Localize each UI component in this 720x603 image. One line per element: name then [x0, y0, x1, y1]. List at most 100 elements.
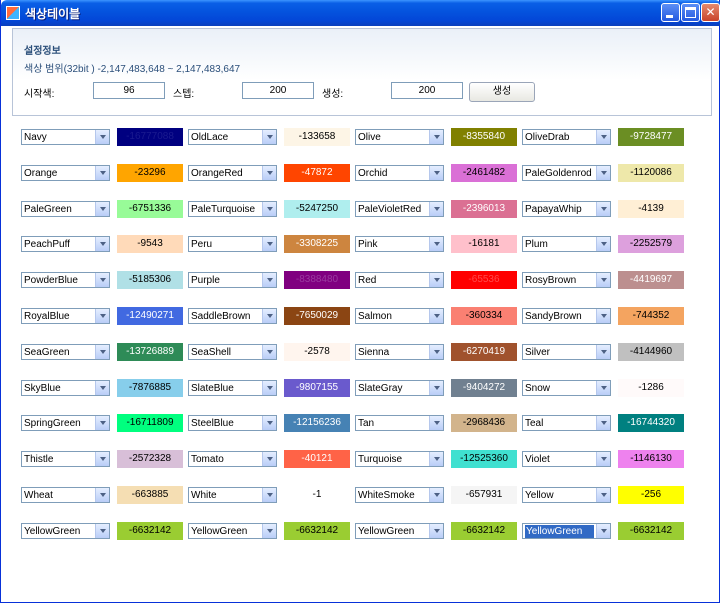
chevron-down-icon[interactable]: [596, 416, 610, 430]
chevron-down-icon[interactable]: [429, 202, 443, 216]
color-select-4-1[interactable]: Purple: [188, 272, 277, 288]
chevron-down-icon[interactable]: [262, 237, 276, 251]
chevron-down-icon[interactable]: [262, 202, 276, 216]
chevron-down-icon[interactable]: [262, 130, 276, 144]
color-select-6-1[interactable]: SeaShell: [188, 344, 277, 360]
chevron-down-icon[interactable]: [429, 309, 443, 323]
chevron-down-icon[interactable]: [429, 166, 443, 180]
color-select-5-2[interactable]: Salmon: [355, 308, 444, 324]
color-select-7-0[interactable]: SkyBlue: [21, 380, 110, 396]
chevron-down-icon[interactable]: [262, 309, 276, 323]
chevron-down-icon[interactable]: [596, 166, 610, 180]
chevron-down-icon[interactable]: [429, 488, 443, 502]
chevron-down-icon[interactable]: [596, 202, 610, 216]
color-select-2-3[interactable]: PapayaWhip: [522, 201, 611, 217]
color-select-7-1[interactable]: SlateBlue: [188, 380, 277, 396]
step-input[interactable]: 200: [242, 82, 314, 99]
color-select-5-0[interactable]: RoyalBlue: [21, 308, 110, 324]
chevron-down-icon[interactable]: [429, 524, 443, 538]
chevron-down-icon[interactable]: [429, 130, 443, 144]
chevron-down-icon[interactable]: [596, 524, 610, 538]
chevron-down-icon[interactable]: [429, 452, 443, 466]
color-select-5-3[interactable]: SandyBrown: [522, 308, 611, 324]
chevron-down-icon[interactable]: [429, 345, 443, 359]
chevron-down-icon[interactable]: [95, 130, 109, 144]
chevron-down-icon[interactable]: [262, 166, 276, 180]
color-select-2-2[interactable]: PaleVioletRed: [355, 201, 444, 217]
chevron-down-icon[interactable]: [262, 345, 276, 359]
color-select-3-2[interactable]: Pink: [355, 236, 444, 252]
chevron-down-icon[interactable]: [95, 452, 109, 466]
color-select-6-3[interactable]: Silver: [522, 344, 611, 360]
color-select-10-1[interactable]: White: [188, 487, 277, 503]
color-select-8-1[interactable]: SteelBlue: [188, 415, 277, 431]
chevron-down-icon[interactable]: [95, 237, 109, 251]
close-button[interactable]: ✕: [701, 3, 720, 22]
chevron-down-icon[interactable]: [596, 309, 610, 323]
chevron-down-icon[interactable]: [262, 524, 276, 538]
color-select-4-0[interactable]: PowderBlue: [21, 272, 110, 288]
color-select-2-1[interactable]: PaleTurquoise: [188, 201, 277, 217]
color-select-8-2[interactable]: Tan: [355, 415, 444, 431]
color-select-11-1[interactable]: YellowGreen: [188, 523, 277, 539]
color-select-0-0[interactable]: Navy: [21, 129, 110, 145]
chevron-down-icon[interactable]: [596, 345, 610, 359]
chevron-down-icon[interactable]: [95, 524, 109, 538]
chevron-down-icon[interactable]: [95, 202, 109, 216]
color-select-3-3[interactable]: Plum: [522, 236, 611, 252]
color-select-3-0[interactable]: PeachPuff: [21, 236, 110, 252]
color-select-11-3[interactable]: YellowGreen: [522, 523, 611, 539]
color-select-8-0[interactable]: SpringGreen: [21, 415, 110, 431]
maximize-button[interactable]: [681, 3, 700, 22]
color-select-11-2[interactable]: YellowGreen: [355, 523, 444, 539]
color-select-7-3[interactable]: Snow: [522, 380, 611, 396]
chevron-down-icon[interactable]: [429, 237, 443, 251]
color-select-10-0[interactable]: Wheat: [21, 487, 110, 503]
color-select-8-3[interactable]: Teal: [522, 415, 611, 431]
color-select-9-1[interactable]: Tomato: [188, 451, 277, 467]
color-select-0-2[interactable]: Olive: [355, 129, 444, 145]
minimize-button[interactable]: [661, 3, 680, 22]
color-select-9-0[interactable]: Thistle: [21, 451, 110, 467]
color-select-1-3[interactable]: PaleGoldenrod: [522, 165, 611, 181]
chevron-down-icon[interactable]: [596, 273, 610, 287]
chevron-down-icon[interactable]: [262, 381, 276, 395]
chevron-down-icon[interactable]: [95, 416, 109, 430]
color-select-7-2[interactable]: SlateGray: [355, 380, 444, 396]
color-select-0-1[interactable]: OldLace: [188, 129, 277, 145]
title-bar[interactable]: 색상테이블 ✕: [1, 0, 720, 26]
chevron-down-icon[interactable]: [95, 488, 109, 502]
color-select-9-2[interactable]: Turquoise: [355, 451, 444, 467]
chevron-down-icon[interactable]: [95, 166, 109, 180]
chevron-down-icon[interactable]: [429, 381, 443, 395]
chevron-down-icon[interactable]: [596, 381, 610, 395]
generate-button[interactable]: 생성: [469, 82, 535, 102]
chevron-down-icon[interactable]: [429, 416, 443, 430]
chevron-down-icon[interactable]: [262, 273, 276, 287]
start-color-input[interactable]: 96: [93, 82, 165, 99]
chevron-down-icon[interactable]: [596, 130, 610, 144]
chevron-down-icon[interactable]: [95, 273, 109, 287]
chevron-down-icon[interactable]: [596, 237, 610, 251]
color-select-6-0[interactable]: SeaGreen: [21, 344, 110, 360]
color-select-4-3[interactable]: RosyBrown: [522, 272, 611, 288]
color-select-2-0[interactable]: PaleGreen: [21, 201, 110, 217]
color-select-9-3[interactable]: Violet: [522, 451, 611, 467]
chevron-down-icon[interactable]: [262, 416, 276, 430]
chevron-down-icon[interactable]: [596, 452, 610, 466]
color-select-4-2[interactable]: Red: [355, 272, 444, 288]
color-select-1-1[interactable]: OrangeRed: [188, 165, 277, 181]
color-select-10-3[interactable]: Yellow: [522, 487, 611, 503]
color-select-10-2[interactable]: WhiteSmoke: [355, 487, 444, 503]
color-select-5-1[interactable]: SaddleBrown: [188, 308, 277, 324]
chevron-down-icon[interactable]: [95, 309, 109, 323]
chevron-down-icon[interactable]: [429, 273, 443, 287]
generate-count-input[interactable]: 200: [391, 82, 463, 99]
color-select-1-2[interactable]: Orchid: [355, 165, 444, 181]
color-select-1-0[interactable]: Orange: [21, 165, 110, 181]
color-select-3-1[interactable]: Peru: [188, 236, 277, 252]
chevron-down-icon[interactable]: [262, 488, 276, 502]
chevron-down-icon[interactable]: [596, 488, 610, 502]
chevron-down-icon[interactable]: [262, 452, 276, 466]
chevron-down-icon[interactable]: [95, 345, 109, 359]
